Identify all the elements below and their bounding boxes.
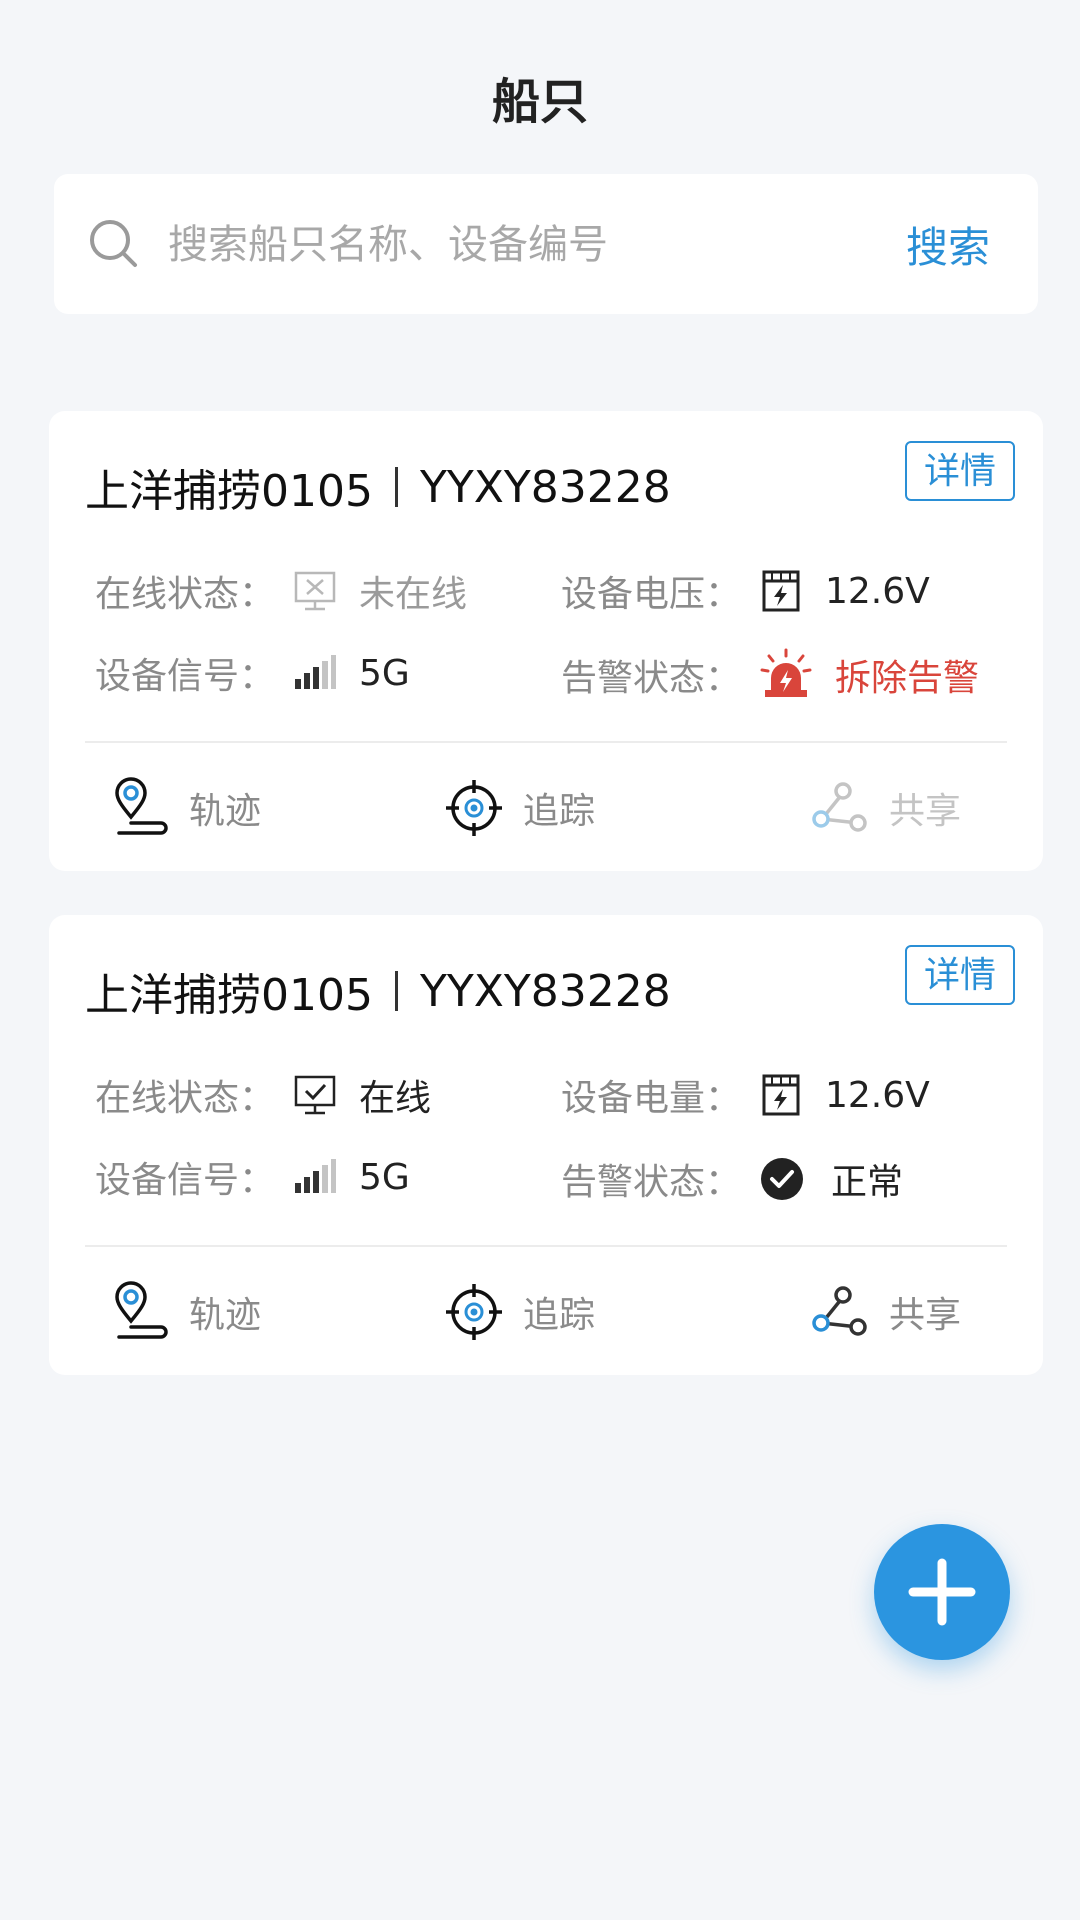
signal-value: 5G [359, 652, 410, 694]
search-bar: 搜索 [54, 174, 1038, 314]
share-button[interactable]: 共享 [809, 1277, 961, 1347]
share-label: 共享 [889, 1295, 962, 1336]
card-divider [85, 741, 1007, 743]
plus-icon [908, 1558, 976, 1626]
signal-field: 设备信号： 5G [95, 643, 410, 703]
vessel-title: 上洋捕捞0105 YYXY83228 [85, 455, 671, 519]
alarm-value: 正常 [831, 1162, 904, 1203]
search-icon [90, 220, 137, 267]
add-vessel-button[interactable] [874, 1524, 1010, 1660]
title-separator [394, 467, 398, 507]
vessel-name: 上洋捕捞0105 [85, 466, 373, 517]
online-status-label: 在线状态： [95, 1078, 276, 1119]
battery-icon [759, 569, 803, 613]
alarm-label: 告警状态： [561, 658, 742, 699]
check-circle-icon [759, 1156, 805, 1202]
online-status-field: 在线状态： 在线 [95, 1065, 431, 1125]
follow-label: 追踪 [523, 791, 596, 832]
online-status-value: 在线 [359, 1078, 432, 1119]
alarm-value: 拆除告警 [835, 658, 980, 699]
battery-value: 12.6V [825, 1074, 930, 1116]
follow-button[interactable]: 追踪 [443, 1277, 595, 1347]
device-id: YYXY83228 [419, 965, 671, 1017]
voltage-value: 12.6V [825, 570, 930, 612]
battery-label: 设备电量： [561, 1078, 742, 1119]
alarm-field: 告警状态： 拆除告警 [561, 645, 979, 705]
monitor-offline-icon [293, 569, 337, 613]
title-separator [394, 971, 398, 1011]
online-status-label: 在线状态： [95, 574, 276, 615]
track-button[interactable]: 轨迹 [109, 773, 261, 843]
signal-field: 设备信号： 5G [95, 1147, 410, 1207]
share-button[interactable]: 共享 [809, 773, 961, 843]
search-button[interactable]: 搜索 [906, 214, 990, 275]
track-button[interactable]: 轨迹 [109, 1277, 261, 1347]
signal-value: 5G [359, 1156, 410, 1198]
monitor-online-icon [293, 1073, 337, 1117]
card-divider [85, 1245, 1007, 1247]
details-button[interactable]: 详情 [905, 945, 1015, 1005]
share-label: 共享 [889, 791, 962, 832]
vessel-name: 上洋捕捞0105 [85, 970, 373, 1021]
alarm-field: 告警状态： 正常 [561, 1149, 903, 1209]
track-label: 轨迹 [189, 791, 262, 832]
follow-button[interactable]: 追踪 [443, 773, 595, 843]
alarm-label: 告警状态： [561, 1162, 742, 1203]
track-pin-icon [109, 1281, 171, 1343]
vessel-title: 上洋捕捞0105 YYXY83228 [85, 959, 671, 1023]
share-icon [809, 777, 871, 839]
voltage-field: 设备电压： 12.6V [561, 561, 930, 621]
page-title: 船只 [491, 74, 588, 130]
signal-bars-icon [293, 651, 337, 695]
share-icon [809, 1281, 871, 1343]
voltage-label: 设备电压： [561, 574, 742, 615]
details-button[interactable]: 详情 [905, 441, 1015, 501]
battery-field: 设备电量： 12.6V [561, 1065, 930, 1125]
siren-icon [759, 648, 813, 702]
signal-label: 设备信号： [95, 656, 276, 697]
target-icon [443, 1281, 505, 1343]
vessel-card: 上洋捕捞0105 YYXY83228 详情 在线状态： 在线 设备电量： 12.… [49, 915, 1043, 1375]
online-status-field: 在线状态： 未在线 [95, 561, 467, 621]
battery-icon [759, 1073, 803, 1117]
target-icon [443, 777, 505, 839]
device-id: YYXY83228 [419, 461, 671, 513]
track-label: 轨迹 [189, 1295, 262, 1336]
track-pin-icon [109, 777, 171, 839]
search-input[interactable] [166, 204, 870, 286]
signal-label: 设备信号： [95, 1160, 276, 1201]
online-status-value: 未在线 [359, 574, 468, 615]
follow-label: 追踪 [523, 1295, 596, 1336]
vessel-card: 上洋捕捞0105 YYXY83228 详情 在线状态： 未在线 设备电压： 12… [49, 411, 1043, 871]
signal-bars-icon [293, 1155, 337, 1199]
